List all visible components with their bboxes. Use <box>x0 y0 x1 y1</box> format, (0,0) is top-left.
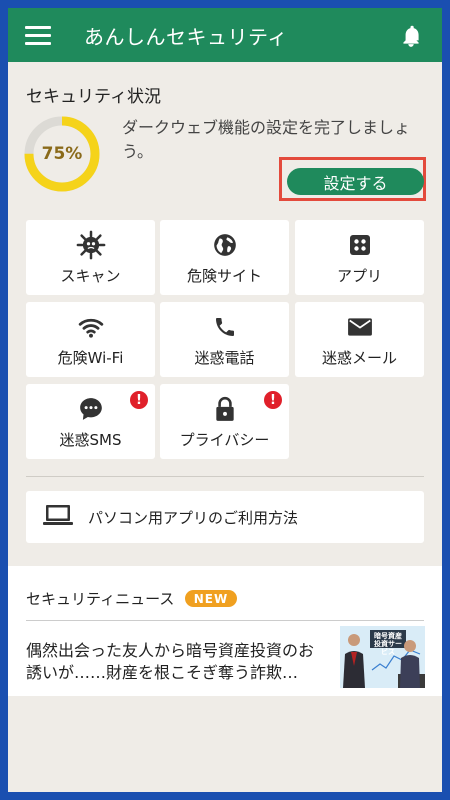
tile-label: 迷惑メール <box>321 349 397 367</box>
apps-icon <box>349 235 370 255</box>
news-headline[interactable]: 偶然出会った友人から暗号資産投資のお誘いが……財産を根こそぎ奪う詐欺… <box>26 640 326 684</box>
security-status-title: セキュリティ状況 <box>26 87 161 107</box>
wifi-icon <box>78 318 103 338</box>
alert-badge: ! <box>264 391 282 409</box>
lock-icon <box>215 396 234 421</box>
nuisance-mail-tile[interactable]: 迷惑メール <box>295 302 424 377</box>
news-thumbnail[interactable]: 暗号資産 投資サービス <box>340 626 425 688</box>
virus-icon <box>76 230 105 260</box>
dangerous-wifi-tile[interactable]: 危険Wi-Fi <box>26 302 155 377</box>
tile-label: 迷惑電話 <box>194 349 255 367</box>
progress-percent: 75% <box>41 144 83 164</box>
privacy-tile[interactable]: ! プライバシー <box>160 384 289 459</box>
app-title: あんしんセキュリティ <box>84 24 288 49</box>
tile-label: スキャン <box>60 267 121 285</box>
dangerous-site-tile[interactable]: 危険サイト <box>160 220 289 295</box>
thumbnail-caption: 暗号資産 投資サービス <box>374 632 402 656</box>
section-divider <box>26 476 424 477</box>
pc-app-guide-label: パソコン用アプリのご利用方法 <box>88 509 299 527</box>
bell-icon[interactable] <box>398 22 424 50</box>
new-badge: NEW <box>185 590 237 607</box>
news-section-title: セキュリティニュース <box>26 590 175 608</box>
tile-label: 迷惑SMS <box>59 431 122 449</box>
tile-label: 危険サイト <box>186 267 262 285</box>
hamburger-menu-icon[interactable] <box>25 25 51 45</box>
tile-label: プライバシー <box>179 431 270 449</box>
tile-label: 危険Wi-Fi <box>57 349 124 367</box>
nuisance-sms-tile[interactable]: ! 迷惑SMS <box>26 384 155 459</box>
scan-tile[interactable]: スキャン <box>26 220 155 295</box>
chat-icon <box>79 398 102 420</box>
pc-app-guide-card[interactable]: パソコン用アプリのご利用方法 <box>26 491 424 543</box>
security-news-section: セキュリティニュース NEW 偶然出会った友人から暗号資産投資のお誘いが……財産… <box>8 566 442 696</box>
apps-tile[interactable]: アプリ <box>295 220 424 295</box>
globe-icon <box>213 234 236 256</box>
tile-label: アプリ <box>336 267 382 285</box>
mail-icon <box>347 318 372 336</box>
news-divider <box>26 620 424 621</box>
app-bar: あんしんセキュリティ <box>8 8 442 62</box>
alert-badge: ! <box>130 391 148 409</box>
laptop-icon <box>43 505 73 525</box>
phone-icon <box>215 318 234 336</box>
app-screen: あんしんセキュリティ セキュリティ状況 75% ダークウェブ機能の設定を完了しま… <box>8 8 442 792</box>
nuisance-call-tile[interactable]: 迷惑電話 <box>160 302 289 377</box>
setup-button[interactable]: 設定する <box>287 168 424 195</box>
